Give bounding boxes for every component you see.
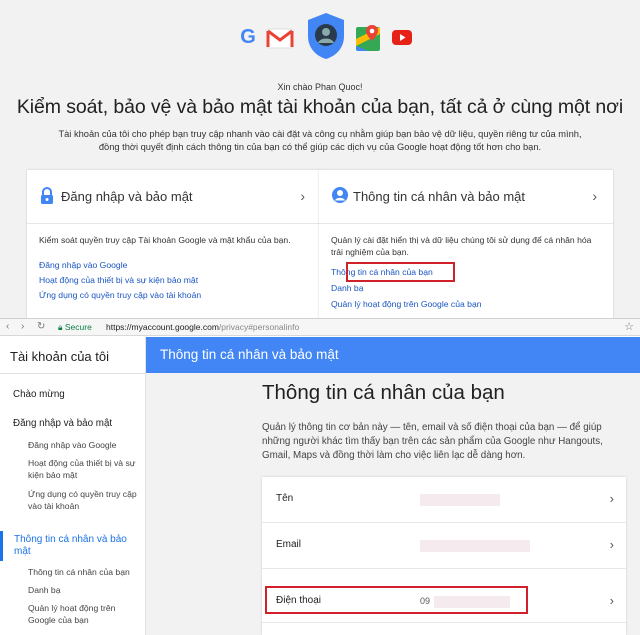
card-link[interactable]: Danh bạ [331, 283, 364, 293]
greeting-text: Xin chào Phan Quoc! [277, 82, 363, 92]
reload-icon[interactable]: ↻ [37, 321, 45, 332]
chevron-right-icon[interactable]: › [610, 537, 614, 552]
card-description: Quản lý cài đặt hiển thị và dữ liệu chún… [331, 235, 592, 257]
page-headline: Kiểm soát, bảo vệ và bảo mật tài khoản c… [16, 96, 624, 118]
app-icons-row: G [0, 12, 640, 62]
card-header[interactable]: Thông tin cá nhân và bảo mật › [319, 170, 613, 224]
url-base: https://myaccount.google.com [106, 322, 219, 332]
secure-indicator[interactable]: 🔒︎ Secure [58, 322, 92, 333]
address-bar[interactable]: https://myaccount.google.com/privacy#per… [106, 322, 299, 332]
row-label: Tên [276, 493, 294, 504]
highlight-box [265, 586, 528, 614]
signin-security-card: Đăng nhập và bảo mật › Kiểm soát quyền t… [27, 170, 321, 318]
card-description: Kiểm soát quyền truy cập Tài khoản Googl… [39, 235, 291, 245]
secure-label: Secure [64, 322, 92, 332]
page-header-bar: Thông tin cá nhân và bảo mật [146, 337, 640, 373]
sidebar-title: Tài khoản của tôi [10, 349, 110, 364]
card-title: Thông tin cá nhân và bảo mật [353, 189, 526, 204]
maps-icon[interactable] [355, 24, 381, 52]
active-indicator [0, 531, 3, 561]
card-link[interactable]: Đăng nhập vào Google [39, 260, 127, 270]
info-row-email[interactable]: Email › [262, 523, 626, 569]
gmail-icon[interactable] [265, 27, 295, 49]
google-icon[interactable]: G [237, 26, 259, 48]
page-title: Thông tin cá nhân của bạn [262, 381, 505, 404]
sidebar-item-personal-info-privacy[interactable]: Thông tin cá nhân và bảo mật [14, 534, 139, 558]
lock-icon [40, 186, 56, 205]
highlight-box [346, 262, 455, 282]
sidebar: Tài khoản của tôi [0, 337, 146, 635]
sidebar-subitem[interactable]: Ứng dụng có quyền truy cập vào tài khoản [28, 489, 146, 512]
sidebar-subitem[interactable]: Hoạt động của thiết bị và sự kiện bảo mậ… [28, 458, 146, 481]
divider [0, 373, 146, 374]
person-icon [332, 187, 348, 205]
sidebar-item-welcome[interactable]: Chào mừng [13, 389, 65, 401]
sidebar-subitem[interactable]: Thông tin cá nhân của bạn [28, 567, 143, 579]
info-row-name[interactable]: Tên › [262, 477, 626, 523]
back-icon[interactable]: ‹ [6, 321, 9, 332]
chevron-right-icon[interactable]: › [610, 593, 614, 608]
browser-toolbar: ‹ › ↻ 🔒︎ Secure https://myaccount.google… [0, 318, 640, 336]
sidebar-subitem[interactable]: Danh bạ [28, 585, 61, 597]
url-path: /privacy#personalinfo [218, 322, 300, 332]
redacted-value [420, 494, 500, 506]
card-link[interactable]: Quản lý hoạt động trên Google của bạn [331, 299, 482, 309]
chevron-right-icon[interactable]: › [610, 491, 614, 506]
page-description: Quản lý thông tin cơ bản này — tên, emai… [262, 422, 603, 461]
row-label: Email [276, 539, 302, 550]
card-header[interactable]: Đăng nhập và bảo mật › [27, 170, 321, 224]
youtube-icon[interactable] [392, 29, 412, 45]
sidebar-subitem[interactable]: Đăng nhập vào Google [28, 440, 138, 452]
card-link[interactable]: Ứng dụng có quyền truy cập vào tài khoản [39, 290, 201, 300]
header-title: Thông tin cá nhân và bảo mật [160, 347, 339, 362]
forward-icon[interactable]: › [21, 321, 24, 332]
page-lead-text: Tài khoản của tôi cho phép bạn truy cập … [58, 129, 582, 152]
card-link[interactable]: Hoạt động của thiết bị và sự kiện bảo mậ… [39, 275, 198, 285]
chevron-right-icon[interactable]: › [300, 188, 305, 204]
sidebar-subitem[interactable]: Quản lý hoạt động trên Google của bạn [28, 603, 134, 626]
sidebar-item-signin-security[interactable]: Đăng nhập và bảo mật [13, 418, 112, 430]
chevron-right-icon[interactable]: › [592, 188, 597, 204]
redacted-value [420, 540, 530, 552]
card-title: Đăng nhập và bảo mật [61, 189, 193, 204]
personal-info-privacy-card: Thông tin cá nhân và bảo mật › Quản lý c… [319, 170, 613, 318]
bookmark-star-icon[interactable]: ☆ [624, 320, 634, 333]
account-shield-icon[interactable] [306, 12, 346, 60]
